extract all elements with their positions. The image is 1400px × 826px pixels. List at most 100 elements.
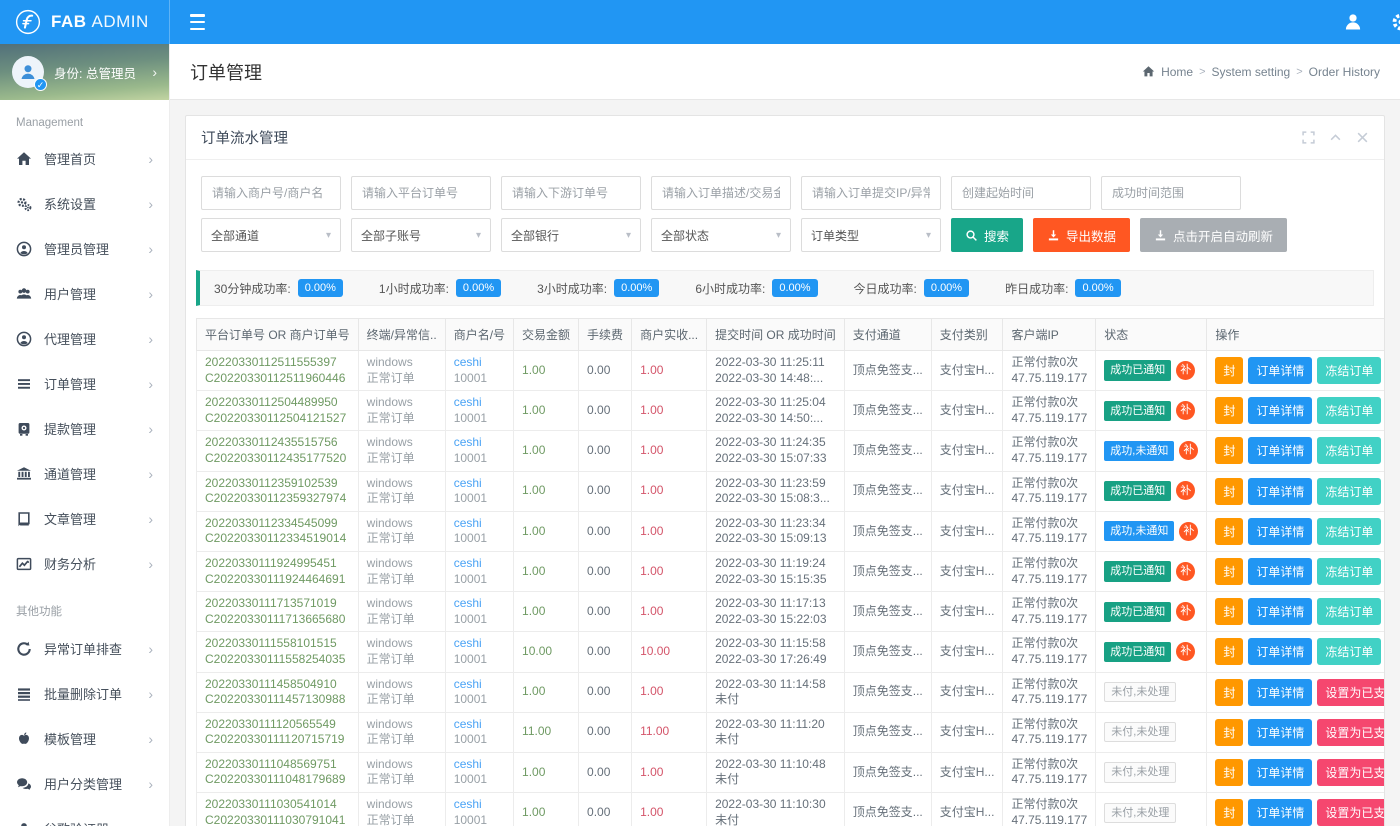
sidebar-item-label: 订单管理 (44, 374, 148, 393)
downstream-order-input[interactable] (501, 176, 641, 210)
close-icon[interactable] (1356, 131, 1369, 144)
stat-value-badge: 0.00% (298, 279, 343, 297)
merchant-name-link[interactable]: ceshi (454, 757, 505, 773)
collapse-icon[interactable] (1329, 131, 1342, 144)
order-type-select[interactable]: 订单类型▾ (801, 218, 941, 252)
merchant-input[interactable] (201, 176, 341, 210)
sidebar-item-channel-manage[interactable]: 通道管理› (0, 451, 169, 496)
stat-item: 昨日成功率:0.00% (1005, 279, 1121, 297)
set-paid-button[interactable]: 设置为已支付 (1317, 679, 1384, 706)
bank-select[interactable]: 全部银行▾ (501, 218, 641, 252)
sidebar-item-admin-manage[interactable]: 管理员管理› (0, 226, 169, 271)
freeze-order-button[interactable]: 冻结订单 (1317, 397, 1381, 424)
sub-account-select[interactable]: 全部子账号▾ (351, 218, 491, 252)
merchant-name-link[interactable]: ceshi (454, 717, 505, 733)
merchant-name-link[interactable]: ceshi (454, 476, 505, 492)
search-button[interactable]: 搜索 (951, 218, 1023, 252)
freeze-order-button[interactable]: 冻结订单 (1317, 638, 1381, 665)
merchant-name-link[interactable]: ceshi (454, 435, 505, 451)
set-paid-button[interactable]: 设置为已支付 (1317, 759, 1384, 786)
sidebar-item-withdraw-manage[interactable]: 提款管理› (0, 406, 169, 451)
user-identity-panel[interactable]: ✓ 身份: 总管理员 › (0, 44, 169, 100)
sidebar-item-order-manage[interactable]: 订单管理› (0, 361, 169, 406)
merchant-name-link[interactable]: ceshi (454, 355, 505, 371)
sidebar-item-home[interactable]: 管理首页› (0, 136, 169, 181)
freeze-order-button[interactable]: 冻结订单 (1317, 598, 1381, 625)
platform-order-input[interactable] (351, 176, 491, 210)
patch-order-button[interactable]: 补 (1176, 602, 1195, 621)
sidebar-item-template-manage[interactable]: 模板管理› (0, 716, 169, 761)
set-paid-button[interactable]: 设置为已支付 (1317, 719, 1384, 746)
seal-button[interactable]: 封 (1215, 518, 1243, 545)
seal-button[interactable]: 封 (1215, 478, 1243, 505)
order-detail-button[interactable]: 订单详情 (1248, 638, 1312, 665)
sidebar-toggle-button[interactable] (190, 14, 212, 30)
patch-order-button[interactable]: 补 (1179, 522, 1198, 541)
sidebar-item-batch-delete[interactable]: 批量删除订单› (0, 671, 169, 716)
order-detail-button[interactable]: 订单详情 (1248, 598, 1312, 625)
gear-icon[interactable] (1391, 12, 1400, 32)
freeze-order-button[interactable]: 冻结订单 (1317, 518, 1381, 545)
sidebar-item-finance-analysis[interactable]: 财务分析› (0, 541, 169, 586)
patch-order-button[interactable]: 补 (1176, 401, 1195, 420)
seal-button[interactable]: 封 (1215, 397, 1243, 424)
order-detail-button[interactable]: 订单详情 (1248, 397, 1312, 424)
user-circle-icon (16, 241, 32, 257)
sidebar-item-google-auth[interactable]: 谷歌验证器› (0, 806, 169, 826)
patch-order-button[interactable]: 补 (1176, 642, 1195, 661)
seal-button[interactable]: 封 (1215, 638, 1243, 665)
seal-button[interactable]: 封 (1215, 437, 1243, 464)
merchant-name-link[interactable]: ceshi (454, 556, 505, 572)
merchant-name-link[interactable]: ceshi (454, 516, 505, 532)
sidebar-item-user-manage[interactable]: 用户管理› (0, 271, 169, 316)
create-time-input[interactable] (951, 176, 1091, 210)
merchant-name-link[interactable]: ceshi (454, 677, 505, 693)
order-detail-button[interactable]: 订单详情 (1248, 799, 1312, 826)
order-detail-button[interactable]: 订单详情 (1248, 437, 1312, 464)
sidebar-item-article-manage[interactable]: 文章管理› (0, 496, 169, 541)
patch-order-button[interactable]: 补 (1176, 562, 1195, 581)
patch-order-button[interactable]: 补 (1176, 481, 1195, 500)
breadcrumb-system-setting[interactable]: System setting (1212, 65, 1291, 79)
seal-button[interactable]: 封 (1215, 799, 1243, 826)
merchant-name-link[interactable]: ceshi (454, 596, 505, 612)
freeze-order-button[interactable]: 冻结订单 (1317, 478, 1381, 505)
seal-button[interactable]: 封 (1215, 679, 1243, 706)
patch-order-button[interactable]: 补 (1179, 441, 1198, 460)
cell-line: 47.75.119.177 (1011, 491, 1087, 507)
merchant-name-link[interactable]: ceshi (454, 797, 505, 813)
submit-ip-input[interactable] (801, 176, 941, 210)
order-detail-button[interactable]: 订单详情 (1248, 518, 1312, 545)
success-time-input[interactable] (1101, 176, 1241, 210)
seal-button[interactable]: 封 (1215, 719, 1243, 746)
seal-button[interactable]: 封 (1215, 759, 1243, 786)
merchant-name-link[interactable]: ceshi (454, 636, 505, 652)
expand-icon[interactable] (1302, 131, 1315, 144)
freeze-order-button[interactable]: 冻结订单 (1317, 558, 1381, 585)
sidebar-item-user-category[interactable]: 用户分类管理› (0, 761, 169, 806)
set-paid-button[interactable]: 设置为已支付 (1317, 799, 1384, 826)
user-icon[interactable] (1343, 12, 1363, 32)
order-detail-button[interactable]: 订单详情 (1248, 558, 1312, 585)
auto-refresh-button[interactable]: 点击开启自动刷新 (1140, 218, 1287, 252)
order-detail-button[interactable]: 订单详情 (1248, 679, 1312, 706)
breadcrumb-home[interactable]: Home (1161, 65, 1193, 79)
freeze-order-button[interactable]: 冻结订单 (1317, 437, 1381, 464)
sidebar-item-agent-manage[interactable]: 代理管理› (0, 316, 169, 361)
order-detail-button[interactable]: 订单详情 (1248, 719, 1312, 746)
sidebar-item-system-settings[interactable]: 系统设置› (0, 181, 169, 226)
seal-button[interactable]: 封 (1215, 598, 1243, 625)
order-detail-button[interactable]: 订单详情 (1248, 478, 1312, 505)
seal-button[interactable]: 封 (1215, 357, 1243, 384)
channel-select[interactable]: 全部通道▾ (201, 218, 341, 252)
status-select[interactable]: 全部状态▾ (651, 218, 791, 252)
patch-order-button[interactable]: 补 (1176, 361, 1195, 380)
order-detail-button[interactable]: 订单详情 (1248, 357, 1312, 384)
sidebar-item-abnormal-orders[interactable]: 异常订单排查› (0, 626, 169, 671)
merchant-name-link[interactable]: ceshi (454, 395, 505, 411)
export-data-button[interactable]: 导出数据 (1033, 218, 1130, 252)
seal-button[interactable]: 封 (1215, 558, 1243, 585)
order-desc-input[interactable] (651, 176, 791, 210)
freeze-order-button[interactable]: 冻结订单 (1317, 357, 1381, 384)
order-detail-button[interactable]: 订单详情 (1248, 759, 1312, 786)
